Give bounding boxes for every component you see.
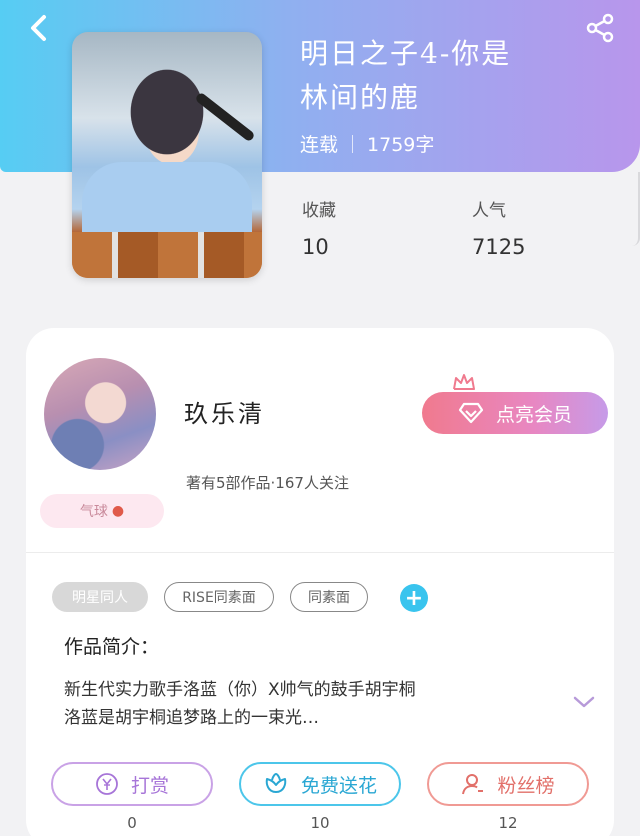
serial-status: 连载 bbox=[300, 134, 339, 156]
popularity-label: 人气 bbox=[472, 201, 506, 221]
plus-icon: + bbox=[404, 585, 424, 611]
flower-count: 10 bbox=[310, 814, 330, 832]
fans-ranking-label: 粉丝榜 bbox=[497, 774, 555, 797]
reward-label: 打赏 bbox=[130, 774, 169, 797]
author-description: 著有5部作品·167人关注 bbox=[186, 474, 349, 492]
intro-line1: 新生代实力歌手洛蓝（你）X帅气的鼓手胡宇桐 bbox=[64, 680, 416, 700]
flower-icon bbox=[265, 772, 287, 793]
reward-button[interactable]: 打赏 bbox=[51, 762, 213, 806]
author-name[interactable]: 玖乐清 bbox=[184, 394, 265, 429]
balloon-icon: ● bbox=[111, 503, 125, 519]
cover-microphone bbox=[194, 91, 256, 143]
tag-item[interactable]: 明星同人 bbox=[52, 582, 148, 612]
vip-button-label: 点亮会员 bbox=[495, 404, 572, 426]
cover-figure bbox=[82, 162, 252, 242]
diamond-icon bbox=[458, 402, 484, 424]
send-flower-button[interactable]: 免费送花 bbox=[239, 762, 401, 806]
scrollbar[interactable] bbox=[626, 172, 640, 246]
add-tag-button[interactable]: + bbox=[400, 584, 428, 612]
author-badge: 气球 ● bbox=[40, 494, 164, 528]
fans-count: 12 bbox=[498, 814, 518, 832]
book-title-line2: 林间的鹿 bbox=[300, 81, 421, 114]
section-divider bbox=[26, 552, 614, 553]
book-cover-image[interactable] bbox=[72, 32, 262, 278]
book-meta: 连载 1759字 bbox=[300, 130, 434, 157]
chevron-left-icon bbox=[31, 15, 46, 41]
badge-label: 气球 bbox=[79, 504, 108, 520]
author-avatar[interactable] bbox=[44, 358, 156, 470]
book-title-line1: 明日之子4-你是 bbox=[300, 37, 512, 70]
yen-icon bbox=[96, 773, 118, 795]
popularity-stat: 人气 7125 bbox=[472, 196, 525, 259]
back-button[interactable] bbox=[18, 8, 58, 48]
reward-count: 0 bbox=[127, 814, 137, 832]
send-flower-label: 免费送花 bbox=[300, 774, 377, 797]
meta-divider bbox=[352, 134, 354, 153]
word-count: 1759字 bbox=[367, 134, 435, 156]
book-title: 明日之子4-你是 林间的鹿 bbox=[300, 32, 600, 120]
tag-item[interactable]: RISE同素面 bbox=[164, 582, 274, 612]
chevron-down-icon[interactable] bbox=[572, 694, 596, 710]
intro-line2: 洛蓝是胡宇桐追梦路上的一束光… bbox=[64, 708, 319, 728]
favorites-stat: 收藏 10 bbox=[302, 196, 336, 259]
fans-ranking-button[interactable]: 粉丝榜 bbox=[427, 762, 589, 806]
intro-text: 新生代实力歌手洛蓝（你）X帅气的鼓手胡宇桐 洛蓝是胡宇桐追梦路上的一束光… bbox=[64, 676, 504, 732]
intro-title: 作品简介： bbox=[64, 636, 160, 658]
tag-item[interactable]: 同素面 bbox=[290, 582, 368, 612]
crown-icon bbox=[453, 374, 475, 390]
cover-drums bbox=[72, 232, 262, 278]
popularity-value: 7125 bbox=[472, 235, 526, 259]
user-icon bbox=[462, 774, 484, 795]
favorites-value: 10 bbox=[302, 235, 329, 259]
vip-button[interactable]: 点亮会员 bbox=[422, 392, 608, 434]
favorites-label: 收藏 bbox=[302, 201, 336, 221]
